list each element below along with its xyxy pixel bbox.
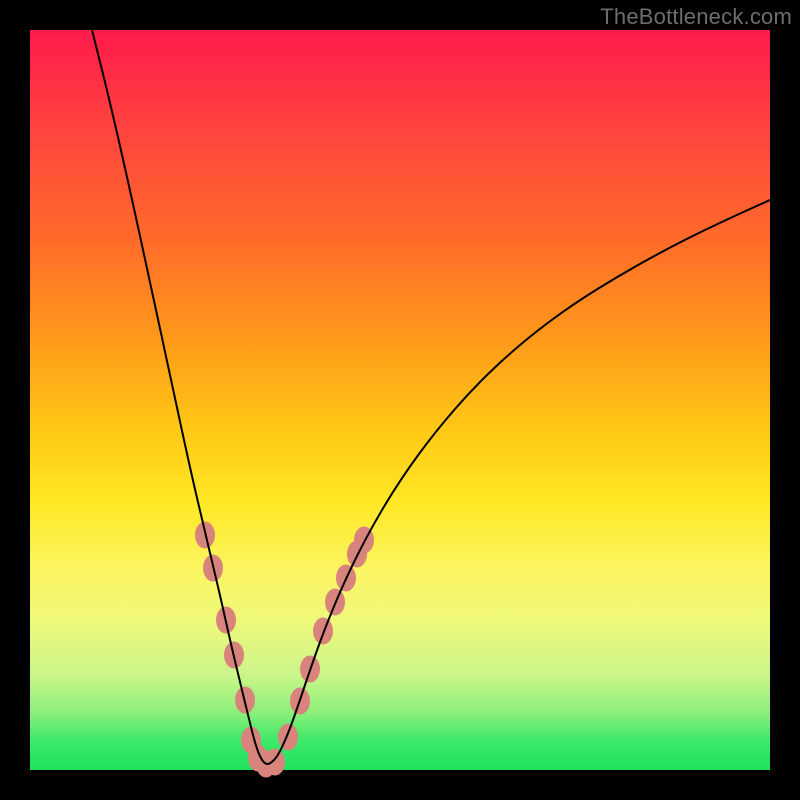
highlight-dot xyxy=(313,618,333,645)
highlight-dot xyxy=(278,724,298,751)
plot-area xyxy=(30,30,770,770)
highlight-dots-group xyxy=(195,522,374,778)
highlight-dot xyxy=(265,749,285,776)
chart-svg xyxy=(30,30,770,770)
bottleneck-curve xyxy=(92,30,770,764)
watermark-text: TheBottleneck.com xyxy=(600,4,792,30)
chart-stage: TheBottleneck.com xyxy=(0,0,800,800)
